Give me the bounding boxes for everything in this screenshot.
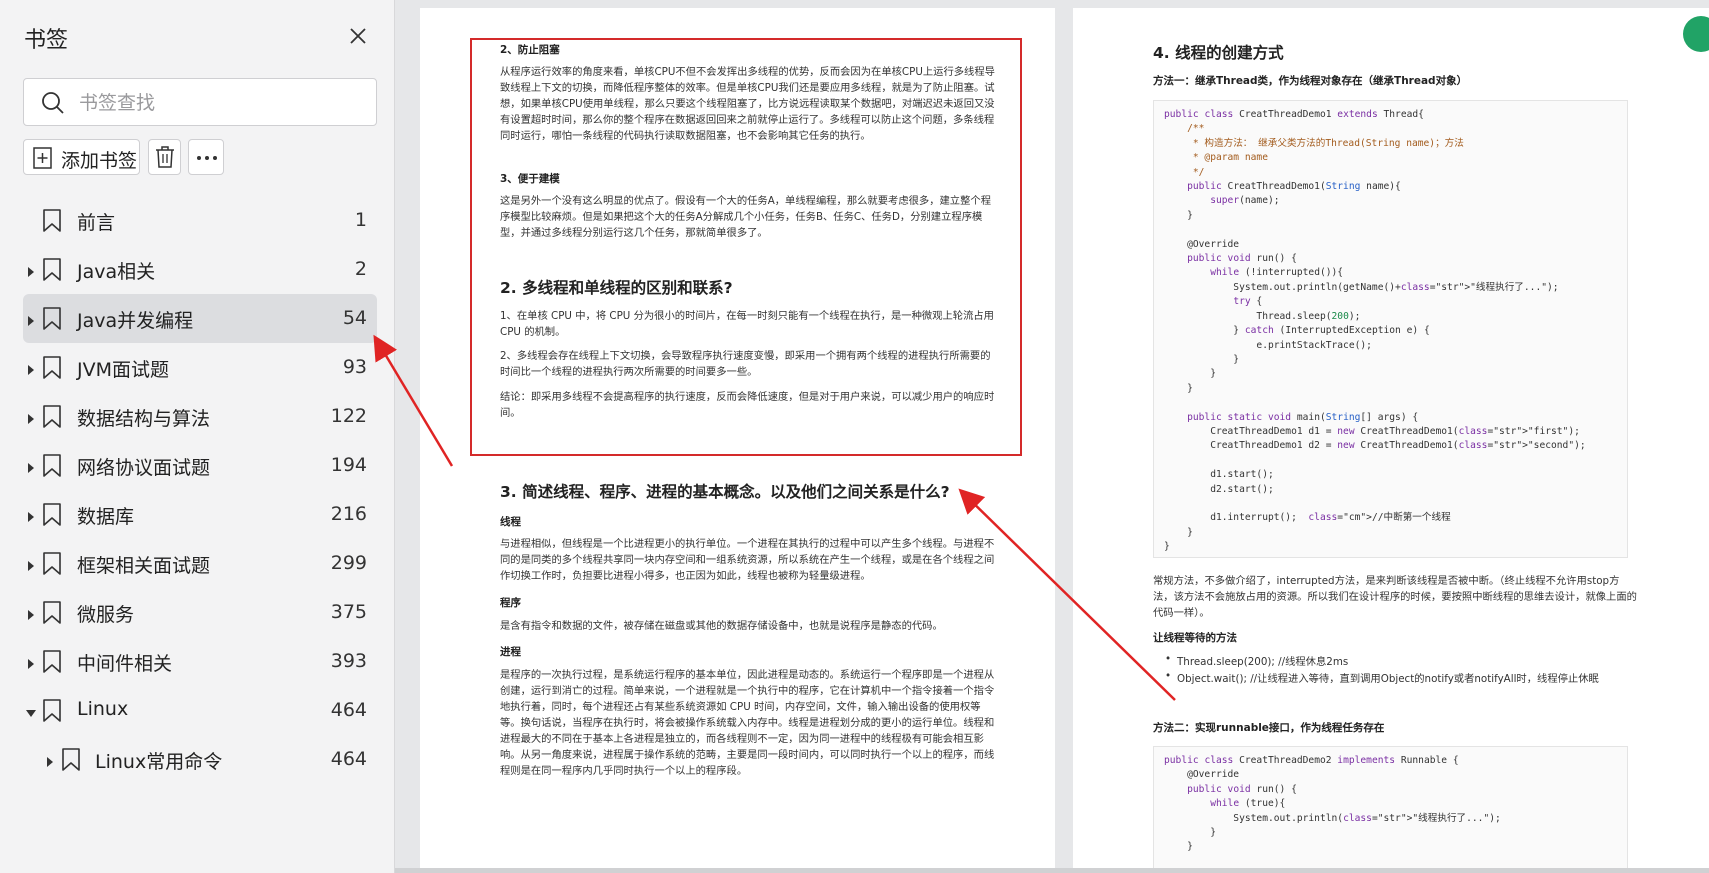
annotation-arrows xyxy=(373,334,1176,701)
arrow-to-bookmark xyxy=(373,334,454,467)
arrow-to-heading xyxy=(958,488,1176,701)
bottom-scrollbar[interactable] xyxy=(395,868,1709,873)
